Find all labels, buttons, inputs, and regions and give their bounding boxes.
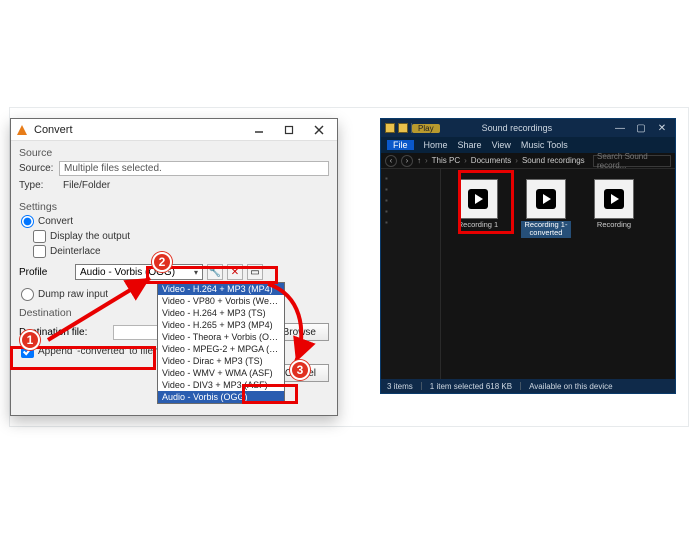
wrench-icon: 🔧 [209,267,221,278]
step-badge-3: 3 [290,360,310,380]
maximize-button[interactable]: ▢ [632,122,650,134]
forward-button[interactable]: › [401,155,413,167]
breadcrumb[interactable]: Documents [471,156,511,165]
play-context-tab[interactable]: Play [412,124,440,133]
maximize-button[interactable] [275,121,303,139]
vlc-titlebar[interactable]: Convert [11,119,337,141]
folder-icon [398,123,408,133]
search-placeholder: Search Sound record... [597,152,667,170]
profile-option[interactable]: Video - Dirac + MP3 (TS) [158,355,284,367]
play-icon [468,189,488,209]
close-button[interactable]: ✕ [653,122,671,134]
profile-option[interactable]: Video - H.264 + MP3 (MP4) [158,283,284,295]
minimize-button[interactable] [245,121,273,139]
back-button[interactable]: ‹ [385,155,397,167]
explorer-window: Play Sound recordings — ▢ ✕ File Home Sh… [380,118,676,394]
explorer-title: Sound recordings [482,123,553,133]
file-name: Recording [597,221,631,229]
type-label: Type: [19,180,59,191]
status-availability: Available on this device [529,382,612,391]
profile-option[interactable]: Video - H.265 + MP3 (MP4) [158,319,284,331]
vlc-title: Convert [34,124,73,136]
status-selection: 1 item selected 618 KB [430,382,512,391]
profile-option[interactable]: Video - MPEG-2 + MPGA (TS) [158,343,284,355]
file-name: Recording 1-converted [521,221,571,238]
tab-file[interactable]: File [387,140,414,150]
settings-section: Settings [19,201,329,213]
display-output-input[interactable] [33,230,46,243]
sidebar-node[interactable]: ▪ [383,195,438,206]
source-label: Source: [19,163,59,174]
delete-icon: ✕ [231,267,239,278]
deinterlace-input[interactable] [33,245,46,258]
display-output-checkbox[interactable]: Display the output [33,230,329,243]
step-badge-2: 2 [152,252,172,272]
sidebar-node[interactable]: ▪ [383,206,438,217]
sidebar-node[interactable]: ▪ [383,184,438,195]
folder-icon [385,123,395,133]
play-icon [604,189,624,209]
profile-option[interactable]: Video - DIV3 + MP3 (ASF) [158,379,284,391]
tab-share[interactable]: Share [458,140,482,150]
explorer-titlebar[interactable]: Play Sound recordings — ▢ ✕ [381,119,675,137]
profile-option[interactable]: Video - VP80 + Vorbis (Webm) [158,295,284,307]
profile-option[interactable]: Video - Theora + Vorbis (OGG) [158,331,284,343]
profile-dropdown-list[interactable]: Video - H.264 + MP3 (MP4) Video - VP80 +… [157,282,285,404]
chevron-down-icon: ▾ [194,268,198,277]
profile-edit-button[interactable]: 🔧 [207,264,223,280]
profile-delete-button[interactable]: ✕ [227,264,243,280]
vlc-convert-dialog: Convert Source Source: Type: Settings Co… [10,118,338,416]
vlc-cone-icon [15,123,29,137]
convert-radio-input[interactable] [21,215,34,228]
convert-radio[interactable]: Convert [21,215,329,228]
profile-option[interactable]: Video - H.264 + MP3 (TS) [158,307,284,319]
explorer-address-bar: ‹ › ↑ › This PC › Documents › Sound reco… [381,153,675,169]
type-value [59,178,329,193]
explorer-sidebar[interactable]: ▪ ▪ ▪ ▪ ▪ [381,169,441,379]
file-thumbnail [458,179,498,219]
breadcrumb[interactable]: This PC [432,156,460,165]
search-input[interactable]: Search Sound record... [593,155,671,167]
profile-new-button[interactable]: ▭ [247,264,263,280]
profile-option[interactable]: Audio - Vorbis (OGG) [158,391,284,403]
minimize-button[interactable]: — [611,122,629,134]
file-item[interactable]: Recording 1 [453,179,503,229]
explorer-content[interactable]: Recording 1 Recording 1-converted Record… [441,169,675,379]
tab-music-tools[interactable]: Music Tools [521,140,568,150]
status-item-count: 3 items [387,382,413,391]
source-input[interactable] [59,161,329,176]
profile-option[interactable]: Video - WMV + WMA (ASF) [158,367,284,379]
tab-view[interactable]: View [492,140,511,150]
file-thumbnail [594,179,634,219]
up-button[interactable]: ↑ [417,156,421,165]
file-item[interactable]: Recording 1-converted [521,179,571,238]
step-badge-1: 1 [20,330,40,350]
sidebar-node[interactable]: ▪ [383,173,438,184]
deinterlace-checkbox[interactable]: Deinterlace [33,245,329,258]
close-button[interactable] [305,121,333,139]
profile-label: Profile [19,267,71,278]
new-icon: ▭ [250,267,259,278]
file-item[interactable]: Recording [589,179,639,229]
source-section: Source [19,147,329,159]
file-thumbnail [526,179,566,219]
breadcrumb[interactable]: Sound recordings [522,156,585,165]
file-name: Recording 1 [458,221,498,229]
tab-home[interactable]: Home [424,140,448,150]
explorer-status-bar: 3 items 1 item selected 618 KB Available… [381,379,675,393]
dump-raw-input[interactable] [21,288,34,301]
play-icon [536,189,556,209]
sidebar-node[interactable]: ▪ [383,217,438,228]
profile-select[interactable]: Audio - Vorbis (OGG) ▾ [75,264,203,280]
